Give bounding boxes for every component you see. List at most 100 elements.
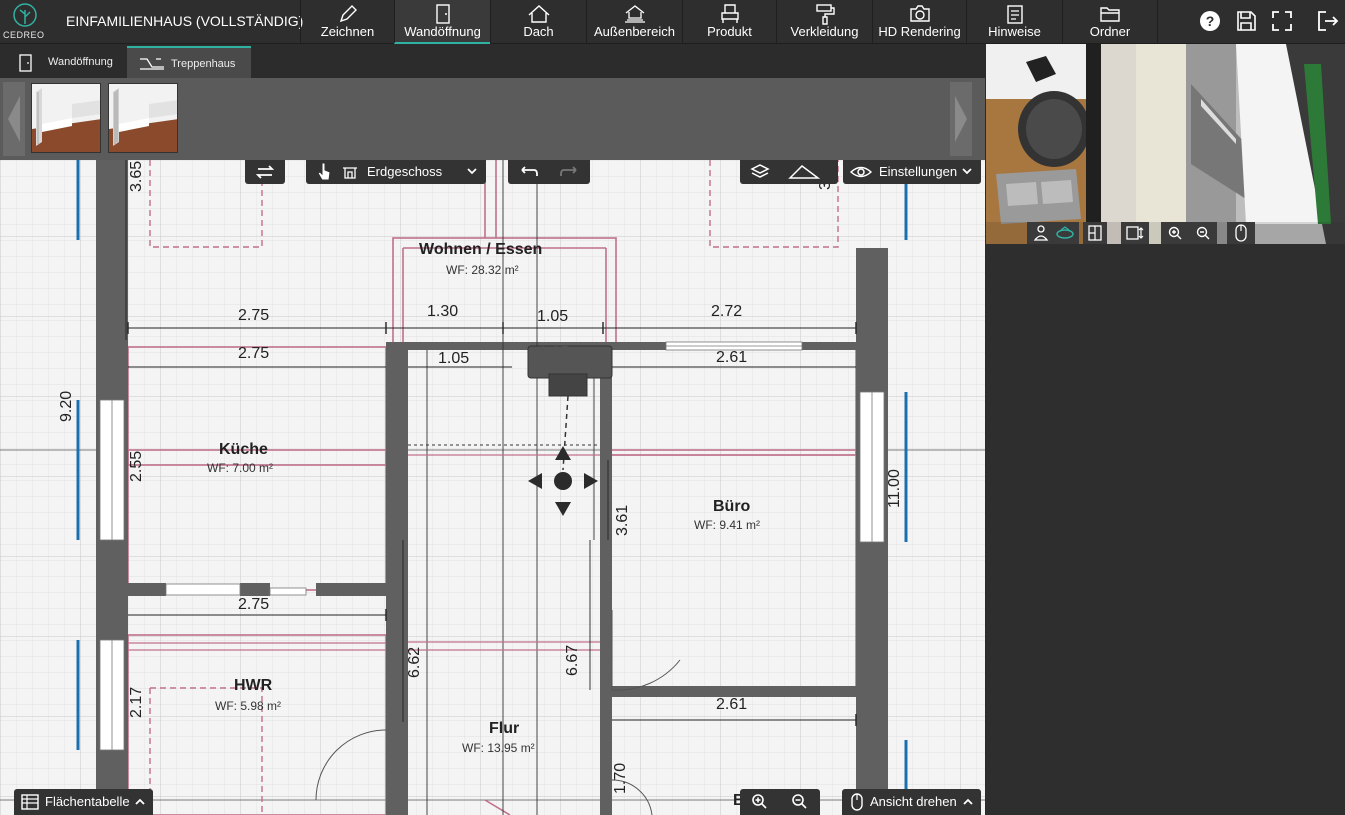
- door-icon: [19, 54, 32, 72]
- dimension-label: 2.61: [716, 696, 748, 713]
- app-window: CEDREO EINFAMILIENHAUS (VOLLSTÄNDIG) Zei…: [0, 0, 1345, 815]
- mouse-icon: [1235, 224, 1247, 242]
- menu-aussenbereich-label: Außenbereich: [594, 24, 675, 39]
- redo-icon[interactable]: [550, 160, 590, 184]
- scroll-right-button[interactable]: [950, 82, 972, 156]
- menu-hinweise[interactable]: Hinweise: [966, 0, 1062, 44]
- dimension-label: 2.61: [716, 349, 748, 366]
- mouse-icon: [851, 793, 863, 811]
- person-view-icon[interactable]: [1029, 222, 1053, 244]
- room-area: WF: 5.98 m²: [215, 699, 282, 713]
- rotate-view-toggle[interactable]: Ansicht drehen: [842, 789, 981, 815]
- chevron-up-icon: [963, 798, 973, 805]
- swap-icon: [255, 165, 275, 179]
- room-name: Flur: [489, 720, 520, 737]
- chevron-up-icon: [135, 798, 145, 805]
- dimension-label: 2.75: [238, 307, 270, 324]
- dimension-label: 1.05: [438, 350, 470, 367]
- 3d-preview-render: [986, 44, 1345, 244]
- menu-zeichnen[interactable]: Zeichnen: [300, 0, 394, 44]
- floor-icon: [343, 167, 357, 179]
- roof-icon: [528, 5, 549, 23]
- 3d-preview[interactable]: [986, 44, 1345, 244]
- subtab-treppenhaus-label: Treppenhaus: [171, 58, 236, 70]
- view-mode-group: [740, 160, 838, 184]
- view-mode-group: [1027, 222, 1079, 244]
- menu-aussenbereich[interactable]: Außenbereich: [586, 0, 682, 44]
- subtab-wandoeffnung[interactable]: Wandöffnung: [4, 46, 126, 78]
- dimension-label: 3.65: [128, 160, 145, 192]
- menu-wandoeffnung-label: Wandöffnung: [404, 24, 481, 39]
- menu-zeichnen-label: Zeichnen: [320, 24, 375, 39]
- preview-zoom-group: [1161, 222, 1217, 244]
- logout-icon[interactable]: [1316, 9, 1340, 33]
- menu-wandoeffnung[interactable]: Wandöffnung: [394, 0, 490, 44]
- dimension-label: 6.67: [564, 644, 581, 676]
- menu-verkleidung[interactable]: Verkleidung: [776, 0, 872, 44]
- dimension-label: 1.05: [538, 344, 570, 361]
- floor-plan-canvas[interactable]: Wohnen / Essen WF: 28.32 m² Küche WF: 7.…: [0, 160, 985, 815]
- roof-outline-icon[interactable]: [784, 160, 824, 184]
- menu-dach-label: Dach: [523, 24, 554, 39]
- menu-ordner[interactable]: Ordner: [1062, 0, 1158, 44]
- area-table-toggle[interactable]: Flächentabelle: [14, 789, 153, 815]
- menu-hd-rendering-label: HD Rendering: [878, 24, 961, 39]
- orbit-view-icon[interactable]: [1053, 222, 1077, 244]
- room-area: WF: 13.95 m²: [462, 741, 535, 755]
- subtab-bar: Wandöffnung Treppenhaus: [0, 44, 985, 78]
- room-name: Küche: [219, 441, 268, 458]
- pencil-icon: [339, 5, 357, 23]
- plan-view-button[interactable]: [1083, 222, 1107, 244]
- subtab-treppenhaus[interactable]: Treppenhaus: [127, 46, 251, 78]
- dimension-label: 9.20: [58, 390, 75, 422]
- dimension-label: 6.62: [406, 646, 423, 678]
- project-title: EINFAMILIENHAUS (VOLLSTÄNDIG): [66, 13, 304, 29]
- zoom-group: [740, 789, 820, 815]
- auto-camera-button[interactable]: [1121, 222, 1149, 244]
- zoom-out-icon[interactable]: [1189, 222, 1217, 244]
- room-area: WF: 28.32 m²: [446, 263, 519, 277]
- fullscreen-icon[interactable]: [1270, 9, 1294, 33]
- stairs-thumbnail[interactable]: [31, 83, 101, 153]
- zoom-in-icon[interactable]: [1161, 222, 1189, 244]
- dimension-label: 3.61: [614, 504, 631, 536]
- swap-floor-button[interactable]: [245, 160, 285, 184]
- room-name: Wohnen / Essen: [419, 241, 543, 258]
- dimension-label: 1.70: [612, 762, 629, 794]
- dimension-label: 1.05: [537, 308, 569, 325]
- svg-text:?: ?: [1206, 13, 1215, 29]
- mouse-mode-button[interactable]: [1227, 222, 1255, 244]
- cursor-hand-icon: [317, 162, 331, 181]
- stairs-icon: [140, 58, 164, 70]
- menu-dach[interactable]: Dach: [490, 0, 586, 44]
- room-area: WF: 9.41 m²: [694, 518, 761, 532]
- floor-select-value: Erdgeschoss: [367, 164, 443, 179]
- plan-view-icon: [1088, 225, 1102, 241]
- camera-icon: [909, 5, 930, 22]
- notes-icon: [1006, 5, 1023, 24]
- settings-dropdown[interactable]: Einstellungen: [843, 160, 981, 184]
- menu-ordner-label: Ordner: [1089, 24, 1131, 39]
- chevron-down-icon: [467, 168, 477, 175]
- zoom-in-icon[interactable]: [740, 789, 778, 815]
- menu-hd-rendering[interactable]: HD Rendering: [872, 0, 966, 44]
- table-icon: [21, 794, 39, 810]
- stairs-thumbnail[interactable]: [108, 83, 178, 153]
- dimension-label: 2.55: [128, 450, 145, 482]
- cedreo-logo[interactable]: CEDREO: [0, 0, 50, 44]
- room-name: HWR: [234, 677, 273, 694]
- settings-label: Einstellungen: [879, 164, 958, 179]
- stairs-catalog-strip: [0, 78, 985, 160]
- subtab-wandoeffnung-label: Wandöffnung: [48, 56, 113, 68]
- save-icon[interactable]: [1234, 9, 1258, 33]
- dimension-label: 11.00: [886, 469, 903, 508]
- layers-icon[interactable]: [740, 160, 780, 184]
- undo-icon[interactable]: [508, 160, 548, 184]
- floor-select[interactable]: Erdgeschoss: [306, 160, 486, 184]
- zoom-out-icon[interactable]: [780, 789, 818, 815]
- folder-icon: [1100, 7, 1120, 22]
- menu-produkt[interactable]: Produkt: [682, 0, 776, 44]
- dimension-label: 2.17: [128, 686, 145, 718]
- scroll-left-button[interactable]: [3, 82, 25, 156]
- help-icon[interactable]: ?: [1198, 9, 1222, 33]
